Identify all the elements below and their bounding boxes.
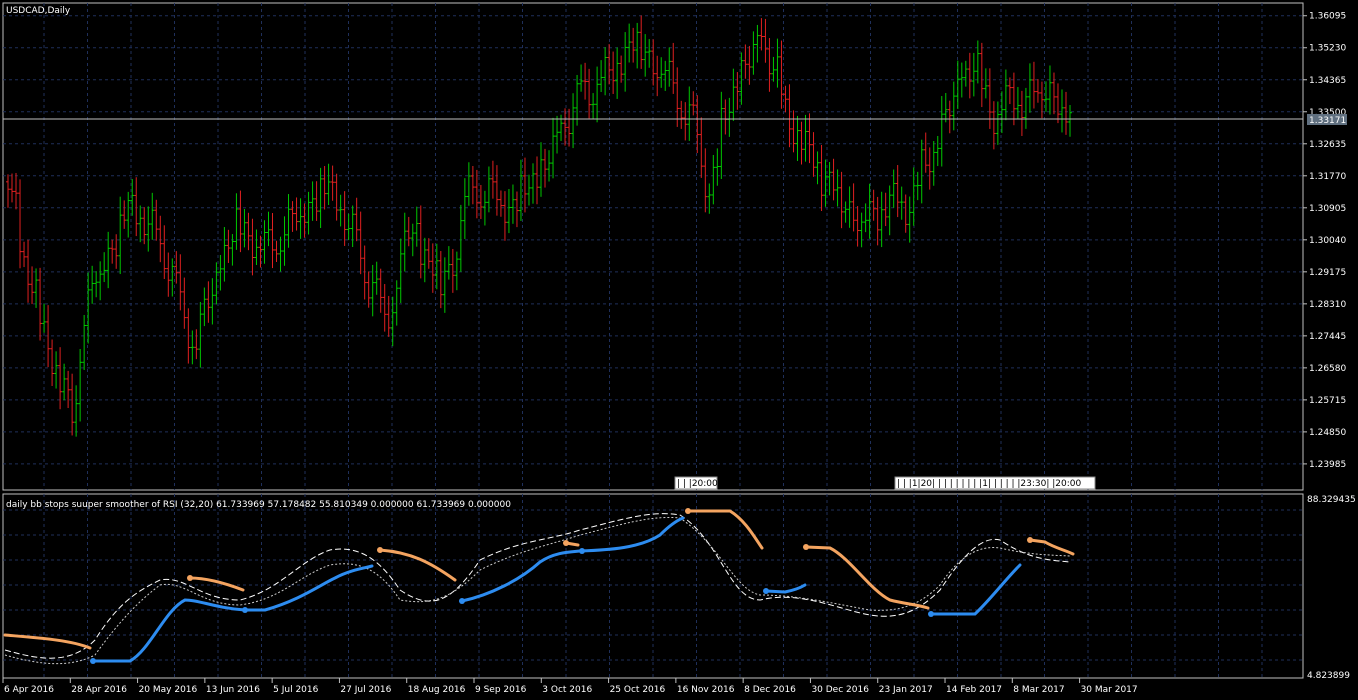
indicator-stop-dot (928, 611, 934, 617)
time-axis-label: 18 Aug 2016 (408, 685, 466, 695)
time-axis-label: 9 Sep 2016 (475, 685, 527, 695)
indicator-stop-dot (563, 540, 569, 546)
price-scale-label: 1.24850 (1309, 428, 1346, 438)
time-axis-label: 6 Apr 2016 (4, 685, 54, 695)
time-axis-label: 20 May 2016 (139, 685, 198, 695)
chart-title: USDCAD,Daily (6, 6, 71, 16)
time-axis-label: 16 Nov 2016 (677, 685, 735, 695)
indicator-scale-min: 4.823899 (1307, 671, 1350, 681)
indicator-stop-dot (187, 575, 193, 581)
time-axis-label: 8 Mar 2017 (1013, 685, 1064, 695)
price-scale-label: 1.28310 (1309, 300, 1346, 310)
price-scale-label: 1.35230 (1309, 44, 1346, 54)
time-axis-label: 13 Jun 2016 (206, 685, 260, 695)
current-price-label: 1.33171 (1309, 116, 1346, 126)
price-scale-label: 1.26580 (1309, 364, 1346, 374)
price-scale-label: 1.30040 (1309, 236, 1346, 246)
indicator-stop-dot (242, 607, 248, 613)
indicator-stop-dot (90, 658, 96, 664)
current-price-tag: 1.33171 (1307, 114, 1347, 126)
indicator-stop-dot (579, 548, 585, 554)
time-axis-label: 14 Feb 2017 (946, 685, 1002, 695)
price-scale-label: 1.23985 (1309, 460, 1346, 470)
indicator-stop-dot (1027, 537, 1033, 543)
time-axis-label: 8 Dec 2016 (744, 685, 796, 695)
price-scale-label: 1.29175 (1309, 268, 1346, 278)
time-axis-label: 27 Jul 2016 (340, 685, 391, 695)
price-pane[interactable]: USDCAD,Daily 1.360951.352301.343651.3350… (2, 2, 1347, 491)
price-scale[interactable]: 1.360951.352301.343651.335001.326351.317… (1303, 12, 1346, 470)
time-axis-label: 23 Jan 2017 (879, 685, 933, 695)
price-scale-label: 1.32635 (1309, 140, 1346, 150)
time-marker-2: | | |1|20| | | | | | | | |1| | | | | |23… (894, 476, 1096, 490)
price-scale-label: 1.30905 (1309, 204, 1346, 214)
price-scale-label: 1.34365 (1309, 76, 1346, 86)
terminal-chart-window[interactable]: USDCAD,Daily 1.360951.352301.343651.3350… (0, 0, 1358, 700)
time-axis-label: 30 Mar 2017 (1081, 685, 1138, 695)
time-marker-1: | | |20:00 (674, 476, 718, 490)
time-axis-label: 3 Oct 2016 (542, 685, 592, 695)
time-axis[interactable]: 6 Apr 2016 28 Apr 2016 20 May 2016 13 Jun 2… (2, 678, 1138, 695)
time-axis-label: 5 Jul 2016 (273, 685, 318, 695)
time-axis-label: 30 Dec 2016 (811, 685, 869, 695)
indicator-pane[interactable]: daily bb stops suuper smoother of RSI (3… (2, 493, 1356, 681)
indicator-stop-dot (459, 598, 465, 604)
indicator-stop-dot (763, 588, 769, 594)
svg-text:| | |1|20| | | | | | | | |1| |: | | |1|20| | | | | | | | |1| | | | | |23… (897, 479, 1082, 489)
price-scale-label: 1.27445 (1309, 332, 1346, 342)
indicator-stop-dot (377, 547, 383, 553)
price-scale-label: 1.36095 (1309, 12, 1346, 22)
time-axis-label: 28 Apr 2016 (71, 685, 127, 695)
price-scale-label: 1.31770 (1309, 172, 1346, 182)
indicator-stop-dot (685, 508, 691, 514)
svg-text:| | |20:00: | | |20:00 (677, 479, 718, 489)
indicator-title: daily bb stops suuper smoother of RSI (3… (6, 500, 511, 510)
indicator-stop-dot (803, 544, 809, 550)
price-scale-label: 1.25715 (1309, 396, 1346, 406)
time-axis-label: 25 Oct 2016 (610, 685, 666, 695)
indicator-scale-max: 88.329435 (1307, 495, 1356, 505)
